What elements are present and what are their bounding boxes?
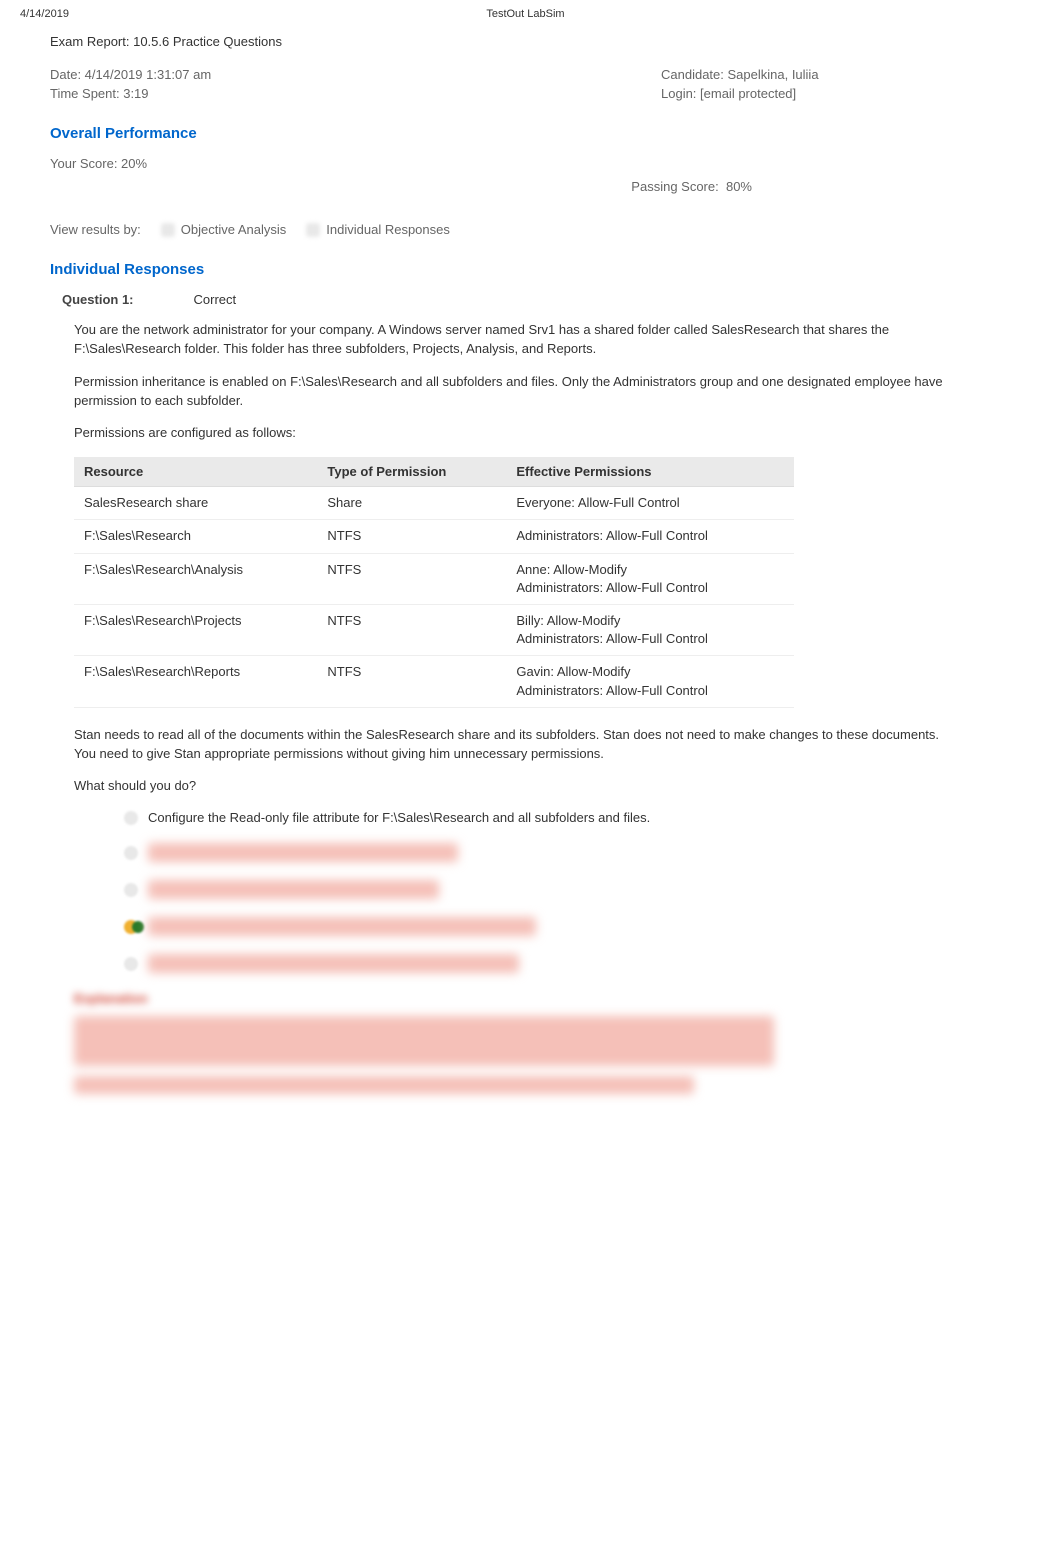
answer-option[interactable]: Assign Stan the Allow read share permiss… xyxy=(124,954,952,973)
answer-text-blurred: Make Stan a member of the Administrators… xyxy=(148,880,439,899)
passing-score-row: Passing Score: 80% xyxy=(50,179,1012,194)
question-para-5: What should you do? xyxy=(74,777,952,796)
cell-effective: Administrators: Allow-Full Control xyxy=(506,520,794,553)
table-row: F:\Sales\Research\Reports NTFS Gavin: Al… xyxy=(74,656,794,707)
radio-icon xyxy=(124,846,138,860)
your-score: Your Score: 20% xyxy=(50,156,1012,171)
exam-title: Exam Report: 10.5.6 Practice Questions xyxy=(50,34,1012,49)
question-header: Question 1: Correct xyxy=(62,292,1012,307)
meta-row-1: Date: 4/14/2019 1:31:07 am Candidate: Sa… xyxy=(50,67,1012,82)
header-app-title: TestOut LabSim xyxy=(486,8,564,20)
report-time-spent: Time Spent: 3:19 xyxy=(50,86,401,101)
individual-responses-title: Individual Responses xyxy=(50,261,1012,278)
answer-option[interactable]: Configure the Read-only file attribute f… xyxy=(124,810,952,825)
view-results-label: View results by: xyxy=(50,222,141,237)
radio-icon xyxy=(161,223,175,237)
radio-icon xyxy=(124,883,138,897)
radio-icon xyxy=(306,223,320,237)
answer-text: Configure the Read-only file attribute f… xyxy=(148,810,650,825)
view-results-toggle: View results by: Objective Analysis Indi… xyxy=(50,222,1012,237)
report-content: Exam Report: 10.5.6 Practice Questions D… xyxy=(0,24,1062,1134)
radio-icon xyxy=(124,957,138,971)
question-para-3: Permissions are configured as follows: xyxy=(74,424,952,443)
cell-resource: F:\Sales\Research\Projects xyxy=(74,604,317,655)
cell-effective: Anne: Allow-Modify Administrators: Allow… xyxy=(506,553,794,604)
header-date: 4/14/2019 xyxy=(20,8,69,20)
cell-type: NTFS xyxy=(317,520,506,553)
explanation-para-blurred xyxy=(74,1016,774,1066)
report-date: Date: 4/14/2019 1:31:07 am xyxy=(50,67,401,82)
passing-label: Passing Score: xyxy=(631,179,718,194)
cell-resource: SalesResearch share xyxy=(74,487,317,520)
table-row: SalesResearch share Share Everyone: Allo… xyxy=(74,487,794,520)
th-resource: Resource xyxy=(74,457,317,487)
question-status: Correct xyxy=(194,292,237,307)
cell-effective: Everyone: Allow-Full Control xyxy=(506,487,794,520)
question-number: Question 1: xyxy=(62,292,134,307)
table-row: F:\Sales\Research\Analysis NTFS Anne: Al… xyxy=(74,553,794,604)
cell-resource: F:\Sales\Research xyxy=(74,520,317,553)
cell-type: Share xyxy=(317,487,506,520)
report-login: Login: [email protected] xyxy=(401,86,1012,101)
question-para-4: Stan needs to read all of the documents … xyxy=(74,726,952,764)
meta-row-2: Time Spent: 3:19 Login: [email protected… xyxy=(50,86,1012,101)
answer-option[interactable]: Make Stan a member of the Administrators… xyxy=(124,880,952,899)
question-para-1: You are the network administrator for yo… xyxy=(74,321,952,359)
table-row: F:\Sales\Research\Projects NTFS Billy: A… xyxy=(74,604,794,655)
answer-text-blurred: Assign Stan the Allow read share permiss… xyxy=(148,954,519,973)
radio-icon xyxy=(124,811,138,825)
passing-value: 80% xyxy=(726,179,752,194)
answer-text-blurred: Assign Stan the Allow read NTFS permissi… xyxy=(148,917,536,936)
overall-performance-title: Overall Performance xyxy=(50,125,1012,142)
answer-list: Configure the Read-only file attribute f… xyxy=(124,810,952,973)
cell-effective: Billy: Allow-Modify Administrators: Allo… xyxy=(506,604,794,655)
question-body: You are the network administrator for yo… xyxy=(74,321,952,1094)
cell-type: NTFS xyxy=(317,604,506,655)
view-option-objective[interactable]: Objective Analysis xyxy=(161,222,287,237)
cell-effective: Gavin: Allow-Modify Administrators: Allo… xyxy=(506,656,794,707)
cell-type: NTFS xyxy=(317,553,506,604)
explanation-para-blurred xyxy=(74,1076,694,1094)
view-option-label: Individual Responses xyxy=(326,222,450,237)
answer-option[interactable]: Disable permission inheritance on F Sale… xyxy=(124,843,952,862)
explanation-title: Explanation xyxy=(74,991,952,1006)
view-option-individual[interactable]: Individual Responses xyxy=(306,222,450,237)
view-option-label: Objective Analysis xyxy=(181,222,287,237)
answer-text-blurred: Disable permission inheritance on F Sale… xyxy=(148,843,458,862)
radio-icon-selected xyxy=(124,920,138,934)
cell-type: NTFS xyxy=(317,656,506,707)
report-candidate: Candidate: Sapelkina, Iuliia xyxy=(401,67,1012,82)
question-para-2: Permission inheritance is enabled on F:\… xyxy=(74,373,952,411)
page-header: 4/14/2019 TestOut LabSim xyxy=(0,0,1062,24)
answer-option-selected[interactable]: Assign Stan the Allow read NTFS permissi… xyxy=(124,917,952,936)
cell-resource: F:\Sales\Research\Analysis xyxy=(74,553,317,604)
permissions-table: Resource Type of Permission Effective Pe… xyxy=(74,457,794,708)
th-effective: Effective Permissions xyxy=(506,457,794,487)
table-header-row: Resource Type of Permission Effective Pe… xyxy=(74,457,794,487)
table-row: F:\Sales\Research NTFS Administrators: A… xyxy=(74,520,794,553)
cell-resource: F:\Sales\Research\Reports xyxy=(74,656,317,707)
th-type: Type of Permission xyxy=(317,457,506,487)
